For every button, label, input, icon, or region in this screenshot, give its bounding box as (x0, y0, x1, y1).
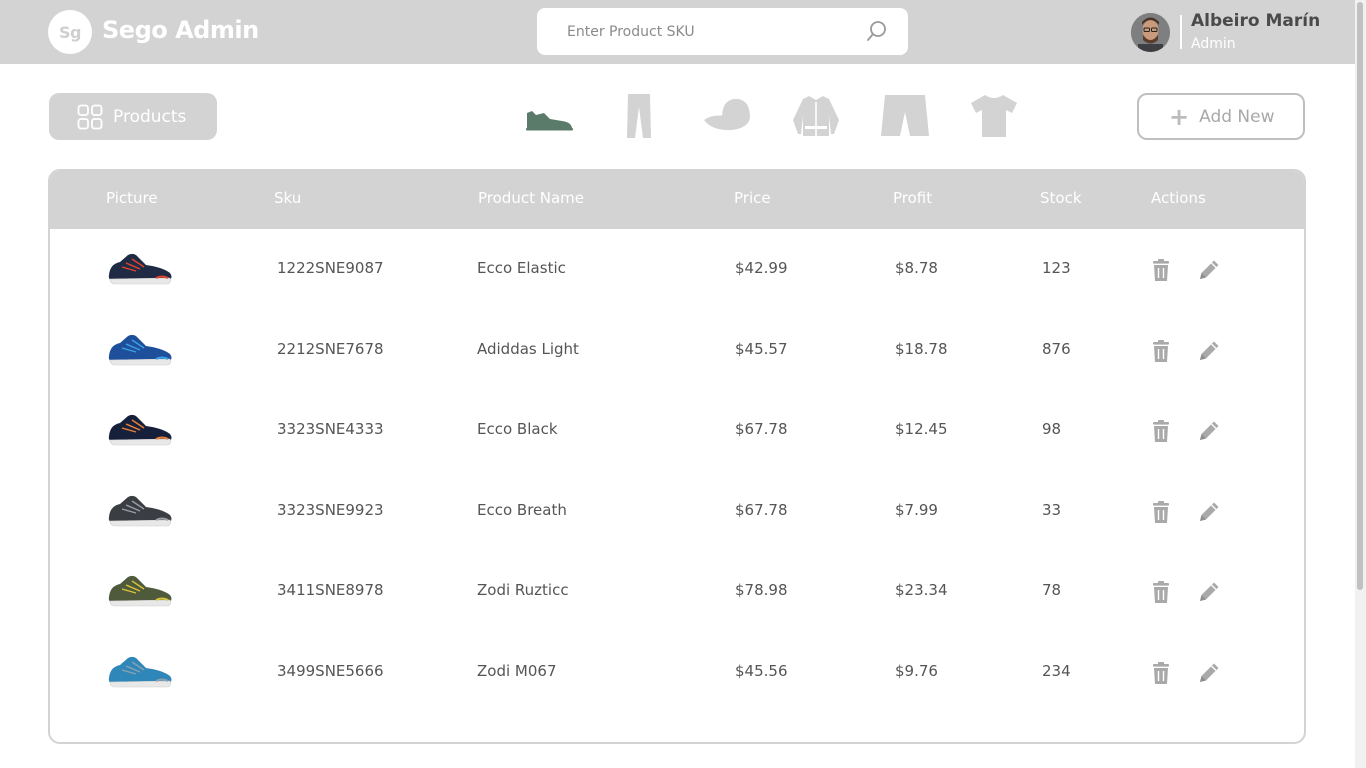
delete-icon[interactable] (1148, 338, 1174, 364)
sku-cell: 2212SNE7678 (277, 340, 384, 358)
delete-icon[interactable] (1148, 257, 1174, 283)
product-name-cell: Zodi M067 (477, 662, 557, 680)
page-scrollbar[interactable] (1355, 0, 1366, 768)
column-header-picture[interactable]: Picture (106, 189, 158, 207)
product-picture[interactable] (106, 410, 174, 450)
profit-cell: $9.76 (895, 662, 938, 680)
table-header: Picture Sku Product Name Price Profit St… (50, 171, 1304, 229)
product-name-cell: Ecco Breath (477, 501, 567, 519)
user-role: Admin (1191, 36, 1236, 52)
price-cell: $78.98 (735, 581, 788, 599)
delete-icon[interactable] (1148, 660, 1174, 686)
delete-icon[interactable] (1148, 499, 1174, 525)
table-row[interactable]: 1222SNE9087 Ecco Elastic $42.99 $8.78 123 (50, 229, 1304, 309)
user-photo (1131, 13, 1170, 52)
price-cell: $42.99 (735, 259, 788, 277)
stock-cell: 876 (1042, 340, 1071, 358)
column-header-stock[interactable]: Stock (1040, 189, 1082, 207)
app-title[interactable]: Sego Admin (102, 16, 259, 44)
pants-icon (627, 94, 651, 138)
price-cell: $67.78 (735, 501, 788, 519)
price-cell: $45.56 (735, 662, 788, 680)
category-tshirts[interactable] (969, 93, 1019, 139)
sku-cell: 3411SNE8978 (277, 581, 384, 599)
edit-pencil-icon[interactable] (1196, 499, 1222, 525)
cap-icon (704, 99, 750, 131)
delete-icon[interactable] (1148, 579, 1174, 605)
profit-cell: $23.34 (895, 581, 948, 599)
shorts-icon (881, 95, 929, 136)
column-header-actions: Actions (1151, 189, 1206, 207)
category-shorts[interactable] (880, 93, 930, 139)
stock-cell: 98 (1042, 420, 1062, 438)
product-picture[interactable] (106, 571, 174, 611)
category-caps[interactable] (702, 93, 752, 139)
sneaker-icon (526, 111, 573, 131)
user-name[interactable]: Albeiro Marín (1191, 11, 1320, 31)
edit-pencil-icon[interactable] (1196, 257, 1222, 283)
column-header-profit[interactable]: Profit (893, 189, 932, 207)
profit-cell: $18.78 (895, 340, 948, 358)
product-name-cell: Adiddas Light (477, 340, 579, 358)
top-bar: Sg Sego Admin Albeiro Marín Admin (0, 0, 1355, 64)
table-row[interactable]: 3323SNE4333 Ecco Black $67.78 $12.45 98 (50, 390, 1304, 470)
products-table: Picture Sku Product Name Price Profit St… (48, 169, 1306, 744)
tshirt-icon (971, 95, 1017, 137)
column-header-price[interactable]: Price (734, 189, 771, 207)
category-sneakers[interactable] (524, 93, 574, 139)
column-header-sku[interactable]: Sku (274, 189, 301, 207)
products-button[interactable]: Products (49, 93, 217, 140)
table-row[interactable]: 3411SNE8978 Zodi Ruzticc $78.98 $23.34 78 (50, 551, 1304, 631)
category-pants[interactable] (614, 93, 664, 139)
user-avatar[interactable] (1131, 13, 1170, 52)
add-new-label: Add New (1199, 106, 1275, 127)
sku-cell: 3499SNE5666 (277, 662, 384, 680)
column-header-product-name[interactable]: Product Name (478, 189, 584, 207)
products-label: Products (113, 106, 187, 127)
price-cell: $45.57 (735, 340, 788, 358)
add-new-button[interactable]: + Add New (1137, 93, 1305, 140)
table-row[interactable]: 2212SNE7678 Adiddas Light $45.57 $18.78 876 (50, 310, 1304, 390)
delete-icon[interactable] (1148, 418, 1174, 444)
logo-mark[interactable]: Sg (48, 10, 92, 54)
table-row[interactable]: 3323SNE9923 Ecco Breath $67.78 $7.99 33 (50, 471, 1304, 551)
profit-cell: $8.78 (895, 259, 938, 277)
stock-cell: 78 (1042, 581, 1062, 599)
stock-cell: 123 (1042, 259, 1071, 277)
sku-search-box (537, 8, 908, 55)
edit-pencil-icon[interactable] (1196, 579, 1222, 605)
product-picture[interactable] (106, 249, 174, 289)
edit-pencil-icon[interactable] (1196, 338, 1222, 364)
product-name-cell: Zodi Ruzticc (477, 581, 569, 599)
profit-cell: $7.99 (895, 501, 938, 519)
search-icon[interactable] (866, 20, 888, 42)
product-name-cell: Ecco Elastic (477, 259, 566, 277)
grid-icon (77, 104, 103, 129)
plus-icon: + (1169, 102, 1190, 131)
sku-cell: 1222SNE9087 (277, 259, 384, 277)
sneaker-icon-shape (527, 111, 572, 128)
sku-cell: 3323SNE4333 (277, 420, 384, 438)
product-picture[interactable] (106, 652, 174, 692)
price-cell: $67.78 (735, 420, 788, 438)
product-picture[interactable] (106, 491, 174, 531)
profit-cell: $12.45 (895, 420, 948, 438)
user-divider (1180, 15, 1182, 49)
table-row[interactable]: 3499SNE5666 Zodi M067 $45.56 $9.76 234 (50, 632, 1304, 712)
stock-cell: 33 (1042, 501, 1062, 519)
category-jackets[interactable] (791, 93, 841, 139)
product-picture[interactable] (106, 330, 174, 370)
sku-cell: 3323SNE9923 (277, 501, 384, 519)
edit-pencil-icon[interactable] (1196, 660, 1222, 686)
stock-cell: 234 (1042, 662, 1071, 680)
edit-pencil-icon[interactable] (1196, 418, 1222, 444)
jacket-icon (793, 96, 839, 136)
sku-search-input[interactable] (567, 20, 867, 44)
product-name-cell: Ecco Black (477, 420, 558, 438)
scrollbar-thumb[interactable] (1357, 2, 1363, 590)
